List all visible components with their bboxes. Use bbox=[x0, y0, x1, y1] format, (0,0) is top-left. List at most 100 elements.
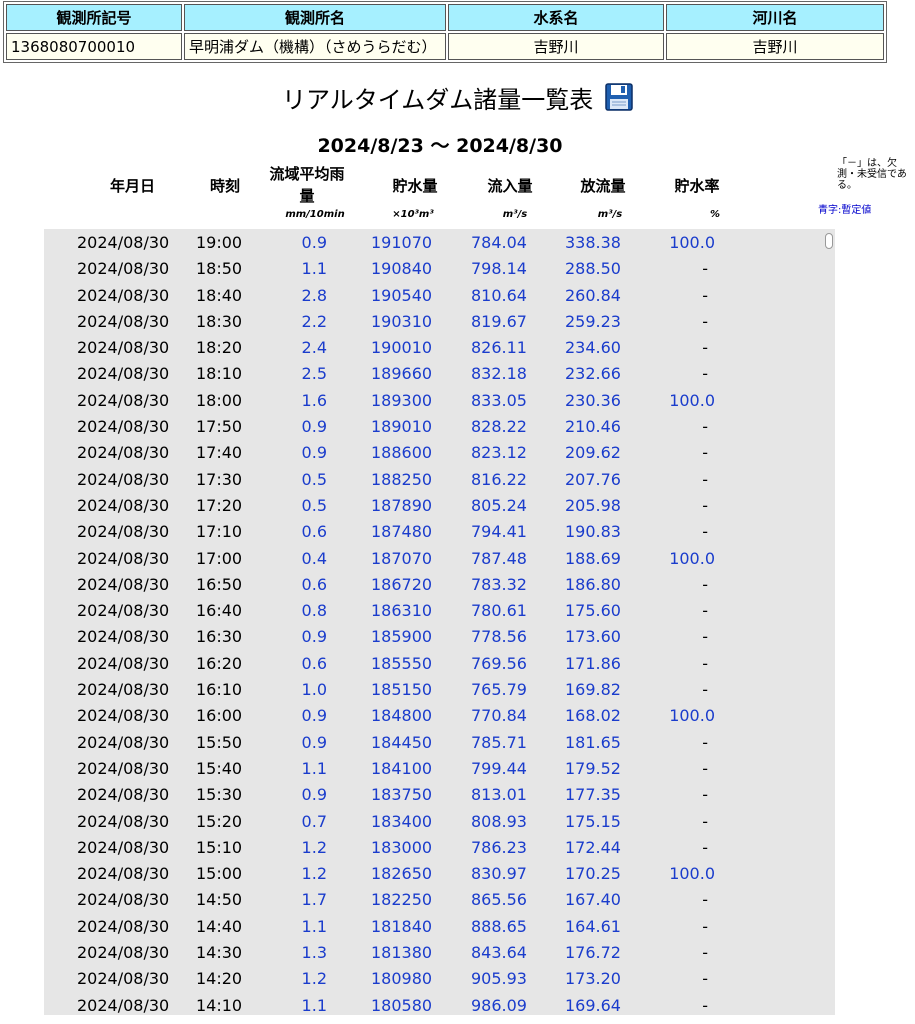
water-system: 吉野川 bbox=[448, 33, 664, 60]
cell-storage: 183000 bbox=[371, 837, 433, 857]
cell-rain: 2.5 bbox=[301, 364, 327, 384]
cell-rain: 1.1 bbox=[301, 995, 327, 1015]
cell-outflow: 210.46 bbox=[565, 417, 621, 437]
table-row: 2024/08/30 18:50 1.1 190840 798.14 288.50 - bbox=[44, 255, 824, 281]
cell-storage: 181840 bbox=[371, 916, 433, 936]
cell-date: 2024/08/30 bbox=[77, 548, 170, 568]
cell-rate: - bbox=[702, 785, 708, 805]
cell-time: 15:10 bbox=[196, 837, 243, 857]
cell-storage: 189300 bbox=[371, 390, 433, 410]
cell-date: 2024/08/30 bbox=[77, 364, 170, 384]
cell-inflow: 833.05 bbox=[471, 390, 527, 410]
cell-outflow: 171.86 bbox=[565, 653, 621, 673]
cell-inflow: 780.61 bbox=[471, 601, 527, 621]
data-rows: 2024/08/30 19:00 0.9 191070 784.04 338.38 100.… bbox=[44, 229, 824, 1015]
cell-storage: 185550 bbox=[371, 653, 433, 673]
unit-rate: % bbox=[709, 209, 721, 220]
cell-time: 16:00 bbox=[196, 706, 243, 726]
table-row: 2024/08/30 14:40 1.1 181840 888.65 164.61 - bbox=[44, 913, 824, 939]
cell-inflow: 770.84 bbox=[471, 706, 527, 726]
cell-rain: 1.1 bbox=[301, 259, 327, 279]
cell-date: 2024/08/30 bbox=[77, 706, 170, 726]
cell-storage: 180980 bbox=[371, 969, 433, 989]
cell-outflow: 164.61 bbox=[565, 916, 621, 936]
cell-storage: 182250 bbox=[371, 890, 433, 910]
table-row: 2024/08/30 14:20 1.2 180980 905.93 173.20 - bbox=[44, 965, 824, 991]
cell-rate: 100.0 bbox=[669, 548, 715, 568]
col-header-storage: 貯水量 bbox=[392, 177, 438, 195]
cell-date: 2024/08/30 bbox=[77, 785, 170, 805]
cell-time: 18:30 bbox=[196, 311, 243, 331]
cell-storage: 183750 bbox=[371, 785, 433, 805]
col-header-date: 年月日 bbox=[109, 177, 155, 195]
cell-rate: - bbox=[702, 995, 708, 1015]
page-title: リアルタイムダム諸量一覧表 bbox=[0, 80, 915, 115]
page-title-text: リアルタイムダム諸量一覧表 bbox=[282, 86, 594, 114]
cell-date: 2024/08/30 bbox=[77, 233, 170, 252]
cell-time: 16:40 bbox=[196, 601, 243, 621]
data-scroll-panel[interactable]: 2024/08/30 19:00 0.9 191070 784.04 338.38 100.… bbox=[44, 229, 835, 1015]
cell-rain: 1.0 bbox=[301, 680, 327, 700]
cell-rate: - bbox=[702, 943, 708, 963]
cell-time: 14:10 bbox=[196, 995, 243, 1015]
cell-storage: 188250 bbox=[371, 469, 433, 489]
col-header-rain: 流域平均雨量 bbox=[269, 165, 345, 205]
cell-rate: - bbox=[702, 338, 708, 358]
col-header-outflow: 放流量 bbox=[580, 177, 626, 195]
cell-rain: 1.2 bbox=[301, 864, 327, 884]
cell-rain: 0.7 bbox=[301, 811, 327, 831]
cell-date: 2024/08/30 bbox=[77, 680, 170, 700]
table-row: 2024/08/30 15:50 0.9 184450 785.71 181.65 - bbox=[44, 729, 824, 755]
cell-inflow: 865.56 bbox=[471, 890, 527, 910]
cell-rate: 100.0 bbox=[669, 390, 715, 410]
cell-rate: - bbox=[702, 285, 708, 305]
cell-storage: 184450 bbox=[371, 732, 433, 752]
cell-rate: 100.0 bbox=[669, 706, 715, 726]
cell-date: 2024/08/30 bbox=[77, 864, 170, 884]
table-row: 2024/08/30 18:40 2.8 190540 810.64 260.84 - bbox=[44, 282, 824, 308]
cell-rate: - bbox=[702, 311, 708, 331]
cell-time: 16:20 bbox=[196, 653, 243, 673]
cell-rate: - bbox=[702, 837, 708, 857]
cell-inflow: 786.23 bbox=[471, 837, 527, 857]
cell-date: 2024/08/30 bbox=[77, 758, 170, 778]
unit-outflow: m³/s bbox=[597, 209, 623, 220]
cell-storage: 189660 bbox=[371, 364, 433, 384]
table-row: 2024/08/30 14:50 1.7 182250 865.56 167.40 - bbox=[44, 886, 824, 912]
cell-rain: 0.5 bbox=[301, 469, 327, 489]
cell-date: 2024/08/30 bbox=[77, 732, 170, 752]
table-row: 2024/08/30 17:00 0.4 187070 787.48 188.69 100.… bbox=[44, 545, 824, 571]
cell-rain: 1.6 bbox=[301, 390, 327, 410]
cell-storage: 185150 bbox=[371, 680, 433, 700]
cell-time: 18:10 bbox=[196, 364, 243, 384]
cell-outflow: 175.60 bbox=[565, 601, 621, 621]
cell-outflow: 288.50 bbox=[565, 259, 621, 279]
cell-time: 14:50 bbox=[196, 890, 243, 910]
cell-outflow: 186.80 bbox=[565, 574, 621, 594]
cell-rain: 0.6 bbox=[301, 522, 327, 542]
cell-time: 16:30 bbox=[196, 627, 243, 647]
cell-storage: 183400 bbox=[371, 811, 433, 831]
station-name: 早明浦ダム（機構）（さめうらだむ） bbox=[184, 33, 446, 60]
scrollbar-thumb[interactable] bbox=[825, 233, 833, 249]
cell-time: 17:50 bbox=[196, 417, 243, 437]
cell-outflow: 170.25 bbox=[565, 864, 621, 884]
cell-date: 2024/08/30 bbox=[77, 653, 170, 673]
cell-storage: 187070 bbox=[371, 548, 433, 568]
cell-rate: - bbox=[702, 627, 708, 647]
cell-outflow: 179.52 bbox=[565, 758, 621, 778]
cell-outflow: 260.84 bbox=[565, 285, 621, 305]
cell-outflow: 169.64 bbox=[565, 995, 621, 1015]
cell-inflow: 816.22 bbox=[471, 469, 527, 489]
cell-time: 17:20 bbox=[196, 495, 243, 515]
cell-inflow: 784.04 bbox=[471, 233, 527, 252]
cell-date: 2024/08/30 bbox=[77, 495, 170, 515]
table-row: 2024/08/30 16:10 1.0 185150 765.79 169.82 - bbox=[44, 676, 824, 702]
cell-time: 17:40 bbox=[196, 443, 243, 463]
cell-date: 2024/08/30 bbox=[77, 417, 170, 437]
cell-rate: 100.0 bbox=[669, 233, 715, 252]
cell-date: 2024/08/30 bbox=[77, 811, 170, 831]
table-row: 2024/08/30 18:00 1.6 189300 833.05 230.36 100.… bbox=[44, 387, 824, 413]
cell-storage: 180580 bbox=[371, 995, 433, 1015]
floppy-disk-icon[interactable] bbox=[605, 83, 633, 111]
